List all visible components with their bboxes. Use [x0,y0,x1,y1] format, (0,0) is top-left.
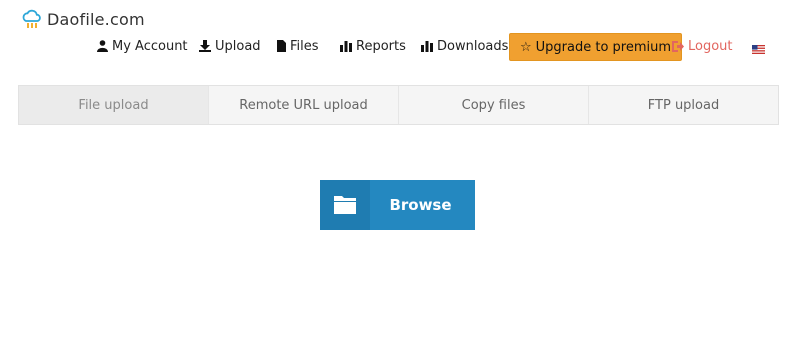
nav-my-account[interactable]: My Account [97,32,188,60]
us-flag-icon[interactable] [752,45,765,54]
upload-icon [199,40,211,52]
browse-icon-box [320,180,370,230]
nav-reports-label: Reports [356,38,406,54]
nav-files-label: Files [290,38,319,54]
tab-remote-url-upload-label: Remote URL upload [239,97,368,113]
folder-icon [334,196,356,214]
tab-copy-files[interactable]: Copy files [399,86,589,124]
top-nav: My Account Upload Files Reports Download… [0,32,800,61]
tab-file-upload[interactable]: File upload [19,86,209,124]
star-icon: ☆ [520,39,532,55]
nav-reports[interactable]: Reports [340,32,406,60]
logout-icon [672,40,684,52]
nav-files[interactable]: Files [277,32,319,60]
cloud-logo-icon [22,9,41,28]
bar-chart-icon [340,40,352,52]
browse-button[interactable]: Browse [320,180,475,230]
brand-logo[interactable]: Daofile.com [21,8,145,30]
bar-chart-icon [421,40,433,52]
file-icon [277,40,286,52]
nav-downloads-label: Downloads [437,38,509,54]
brand-name: Daofile.com [47,9,145,29]
nav-downloads[interactable]: Downloads [421,32,508,60]
tab-copy-files-label: Copy files [461,97,526,113]
upgrade-premium-button[interactable]: ☆ Upgrade to premium [509,33,683,61]
tab-remote-url-upload[interactable]: Remote URL upload [209,86,399,124]
user-icon [97,40,108,52]
tab-ftp-upload[interactable]: FTP upload [589,86,778,124]
logout-label: Logout [688,38,733,54]
upload-tabs: File upload Remote URL upload Copy files… [18,85,779,125]
tab-file-upload-label: File upload [78,97,149,113]
nav-my-account-label: My Account [112,38,188,54]
nav-upload-label: Upload [215,38,261,54]
nav-upload[interactable]: Upload [199,32,261,60]
tab-ftp-upload-label: FTP upload [647,97,720,113]
upgrade-premium-label: Upgrade to premium [535,39,672,55]
browse-label: Browse [389,196,452,214]
logout-link[interactable]: Logout [672,32,733,60]
